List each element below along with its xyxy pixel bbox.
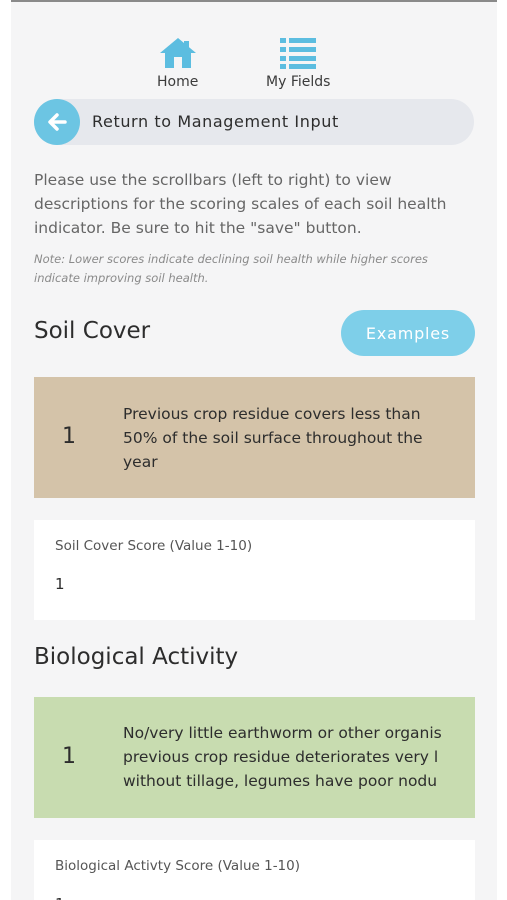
scale-description-line: year <box>123 453 158 471</box>
back-arrow-button[interactable] <box>34 99 80 145</box>
home-nav-button[interactable]: Home <box>157 36 198 90</box>
scale-description-line: Previous crop residue covers less than <box>123 405 421 423</box>
examples-button[interactable]: Examples <box>341 310 475 356</box>
back-arrow-icon <box>48 113 67 131</box>
soil-cover-title: Soil Cover <box>34 318 151 344</box>
biological-activity-title: Biological Activity <box>34 644 239 670</box>
return-label: Return to Management Input <box>92 112 339 131</box>
soil-cover-score-input[interactable] <box>55 575 435 593</box>
top-divider <box>11 0 497 2</box>
home-nav-label: Home <box>157 74 199 90</box>
scale-description-line: 50% of the soil surface throughout the <box>123 429 423 447</box>
note-text: Note: Lower scores indicate declining so… <box>34 252 428 285</box>
soil-cover-score-card: Soil Cover Score (Value 1-10) <box>34 520 475 620</box>
biological-score-input[interactable] <box>55 895 435 900</box>
my-fields-nav-label: My Fields <box>266 74 331 90</box>
soil-cover-scale-card[interactable]: 1 Previous crop residue covers less than… <box>34 377 475 498</box>
biological-score-card: Biological Activty Score (Value 1-10) <box>34 840 475 900</box>
list-icon <box>280 38 317 69</box>
return-to-management-button[interactable]: Return to Management Input <box>34 99 474 145</box>
soil-cover-score-label: Soil Cover Score (Value 1-10) <box>55 538 253 554</box>
instructions-text: Please use the scrollbars (left to right… <box>34 171 447 237</box>
biological-score-label: Biological Activty Score (Value 1-10) <box>55 858 301 874</box>
biological-scale-number: 1 <box>62 744 76 769</box>
my-fields-nav-button[interactable]: My Fields <box>266 36 330 90</box>
app-screen: Home My Fields Return to Management Inpu… <box>11 0 497 900</box>
scale-description-line: previous crop residue deteriorates very … <box>123 748 439 766</box>
biological-scale-card[interactable]: 1 No/very little earthworm or other orga… <box>34 697 475 818</box>
home-icon <box>159 38 196 68</box>
soil-cover-scale-number: 1 <box>62 424 76 449</box>
scale-description-line: No/very little earthworm or other organi… <box>123 724 442 742</box>
scale-description-line: without tillage, legumes have poor nodu <box>123 772 438 790</box>
